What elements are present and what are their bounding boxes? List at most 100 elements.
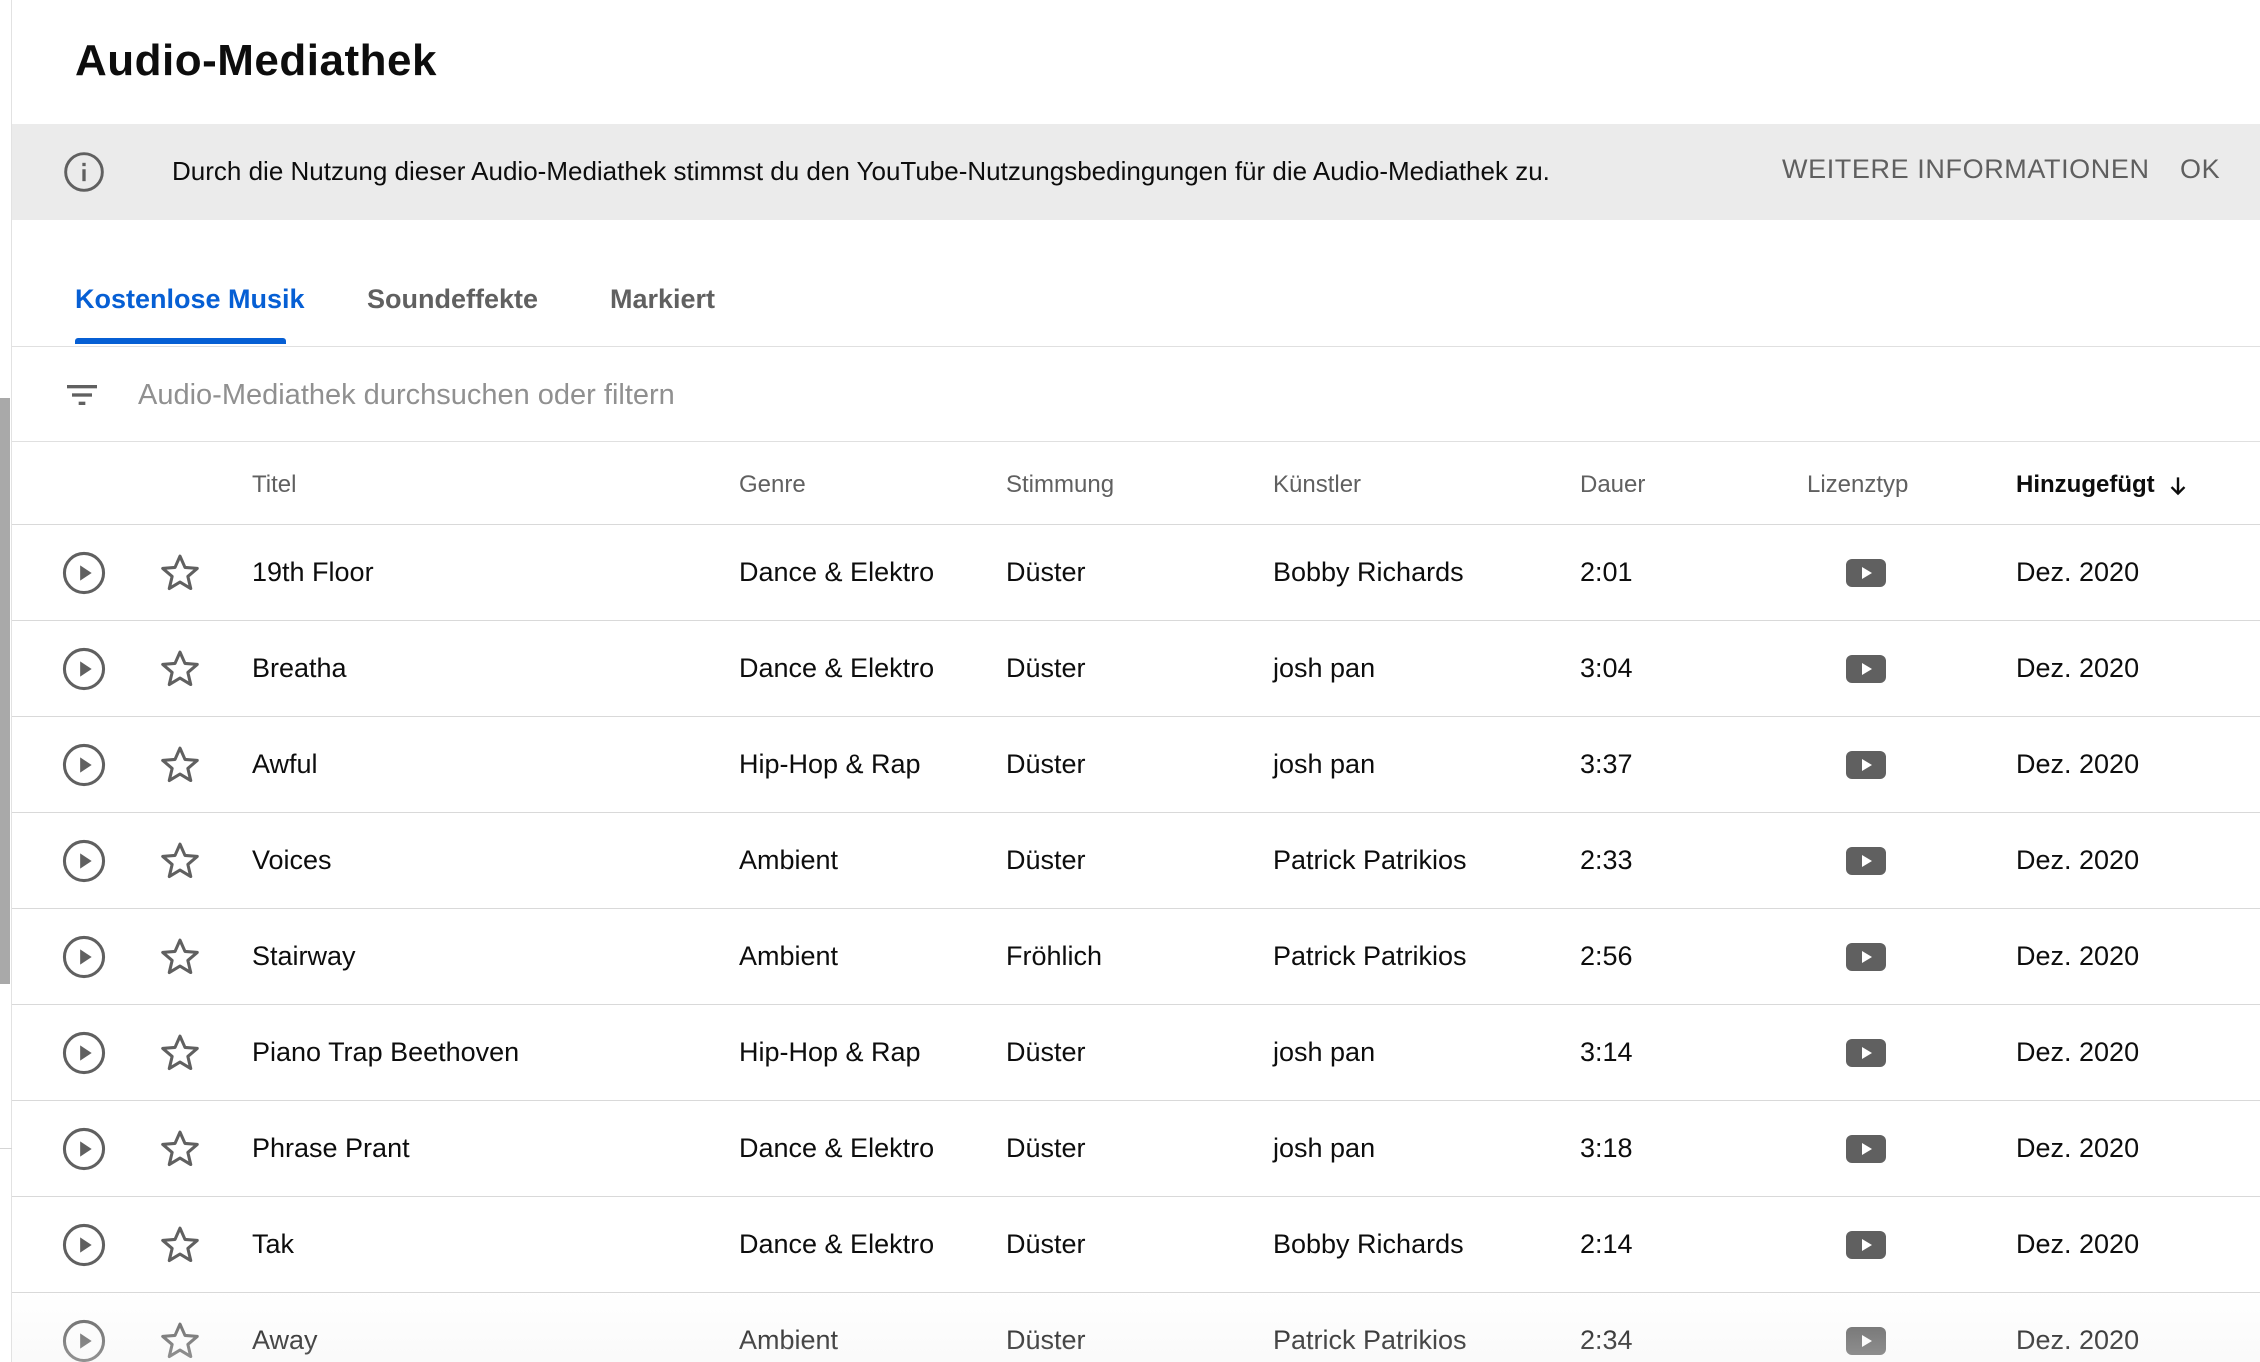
track-mood: Fröhlich (1006, 941, 1103, 971)
track-title: Tak (252, 1229, 295, 1259)
track-duration: 2:34 (1580, 1325, 1633, 1355)
ok-button[interactable]: OK (2180, 154, 2220, 185)
play-icon[interactable] (61, 1222, 107, 1268)
track-added: Dez. 2020 (2016, 1229, 2140, 1259)
track-mood: Düster (1006, 749, 1086, 779)
tab-free-music[interactable]: Kostenlose Musik (75, 284, 305, 315)
search-input[interactable] (138, 370, 1938, 420)
track-added: Dez. 2020 (2016, 1325, 2140, 1355)
track-genre: Ambient (739, 941, 839, 971)
table-row[interactable]: Stairway Ambient Fröhlich Patrick Patrik… (12, 909, 2260, 1005)
table-row[interactable]: 19th Floor Dance & Elektro Düster Bobby … (12, 525, 2260, 621)
track-list: 19th Floor Dance & Elektro Düster Bobby … (12, 525, 2260, 1362)
table-row[interactable]: Phrase Prant Dance & Elektro Düster josh… (12, 1101, 2260, 1197)
star-icon[interactable] (157, 646, 203, 692)
track-title: Awful (252, 749, 318, 779)
active-tab-indicator (75, 338, 286, 344)
divider (0, 1148, 12, 1149)
star-icon[interactable] (157, 742, 203, 788)
play-icon[interactable] (61, 1126, 107, 1172)
play-icon[interactable] (61, 646, 107, 692)
track-duration: 2:14 (1580, 1229, 1633, 1259)
track-added: Dez. 2020 (2016, 941, 2140, 971)
header-genre[interactable]: Genre (739, 471, 806, 499)
filter-icon[interactable] (62, 375, 102, 415)
track-artist: Bobby Richards (1273, 557, 1464, 587)
header-mood[interactable]: Stimmung (1006, 471, 1114, 499)
table-row[interactable]: Breatha Dance & Elektro Düster josh pan … (12, 621, 2260, 717)
track-title: 19th Floor (252, 557, 374, 587)
table-header: Titel Genre Stimmung Künstler Dauer Lize… (12, 443, 2260, 525)
track-duration: 2:33 (1580, 845, 1633, 875)
track-artist: josh pan (1273, 653, 1376, 683)
youtube-icon (1846, 943, 1886, 971)
track-artist: Patrick Patrikios (1273, 1325, 1467, 1355)
search-bar (12, 348, 2260, 442)
track-mood: Düster (1006, 845, 1086, 875)
play-icon[interactable] (61, 550, 107, 596)
track-mood: Düster (1006, 1229, 1086, 1259)
arrow-down-icon (2170, 476, 2185, 495)
track-duration: 3:18 (1580, 1133, 1633, 1163)
youtube-icon (1846, 1327, 1886, 1355)
track-title: Breatha (252, 653, 347, 683)
track-artist: josh pan (1273, 1133, 1376, 1163)
track-artist: Bobby Richards (1273, 1229, 1464, 1259)
youtube-icon (1846, 1231, 1886, 1259)
header-title[interactable]: Titel (252, 471, 296, 499)
play-icon[interactable] (61, 742, 107, 788)
left-rail (0, 0, 12, 1362)
track-added: Dez. 2020 (2016, 845, 2140, 875)
youtube-icon (1846, 751, 1886, 779)
track-artist: Patrick Patrikios (1273, 941, 1467, 971)
play-icon[interactable] (61, 838, 107, 884)
star-icon[interactable] (157, 838, 203, 884)
table-row[interactable]: Tak Dance & Elektro Düster Bobby Richard… (12, 1197, 2260, 1293)
table-row[interactable]: Piano Trap Beethoven Hip-Hop & Rap Düste… (12, 1005, 2260, 1101)
track-added: Dez. 2020 (2016, 1133, 2140, 1163)
track-genre: Dance & Elektro (739, 557, 935, 587)
track-genre: Hip-Hop & Rap (739, 1037, 921, 1067)
track-artist: josh pan (1273, 749, 1376, 779)
track-artist: Patrick Patrikios (1273, 845, 1467, 875)
track-mood: Düster (1006, 1133, 1086, 1163)
track-title: Phrase Prant (252, 1133, 410, 1163)
header-added[interactable]: Hinzugefügt (2016, 471, 2191, 499)
track-added: Dez. 2020 (2016, 653, 2140, 683)
star-icon[interactable] (157, 1030, 203, 1076)
track-added: Dez. 2020 (2016, 749, 2140, 779)
youtube-icon (1846, 655, 1886, 683)
youtube-icon (1846, 1039, 1886, 1067)
star-icon[interactable] (157, 1318, 203, 1362)
track-mood: Düster (1006, 1037, 1086, 1067)
tab-sound-effects[interactable]: Soundeffekte (367, 284, 538, 315)
table-row[interactable]: Away Ambient Düster Patrick Patrikios 2:… (12, 1293, 2260, 1362)
star-icon[interactable] (157, 550, 203, 596)
header-artist[interactable]: Künstler (1273, 471, 1361, 499)
play-icon[interactable] (61, 934, 107, 980)
track-genre: Ambient (739, 1325, 839, 1355)
star-icon[interactable] (157, 1222, 203, 1268)
star-icon[interactable] (157, 934, 203, 980)
header-duration[interactable]: Dauer (1580, 471, 1645, 499)
play-icon[interactable] (61, 1318, 107, 1362)
track-genre: Hip-Hop & Rap (739, 749, 921, 779)
youtube-icon (1846, 847, 1886, 875)
tab-starred[interactable]: Markiert (610, 284, 715, 315)
track-title: Piano Trap Beethoven (252, 1037, 520, 1067)
table-row[interactable]: Awful Hip-Hop & Rap Düster josh pan 3:37… (12, 717, 2260, 813)
track-duration: 3:37 (1580, 749, 1633, 779)
track-mood: Düster (1006, 557, 1086, 587)
track-title: Voices (252, 845, 332, 875)
youtube-icon (1846, 1135, 1886, 1163)
play-icon[interactable] (61, 1030, 107, 1076)
track-mood: Düster (1006, 1325, 1086, 1355)
tab-bar: Kostenlose Musik Soundeffekte Markiert (12, 240, 2260, 347)
star-icon[interactable] (157, 1126, 203, 1172)
scrollbar-thumb[interactable] (0, 398, 10, 984)
track-added: Dez. 2020 (2016, 1037, 2140, 1067)
more-info-button[interactable]: WEITERE INFORMATIONEN (1782, 154, 2150, 185)
track-genre: Dance & Elektro (739, 653, 935, 683)
header-license[interactable]: Lizenztyp (1807, 471, 1908, 499)
table-row[interactable]: Voices Ambient Düster Patrick Patrikios … (12, 813, 2260, 909)
